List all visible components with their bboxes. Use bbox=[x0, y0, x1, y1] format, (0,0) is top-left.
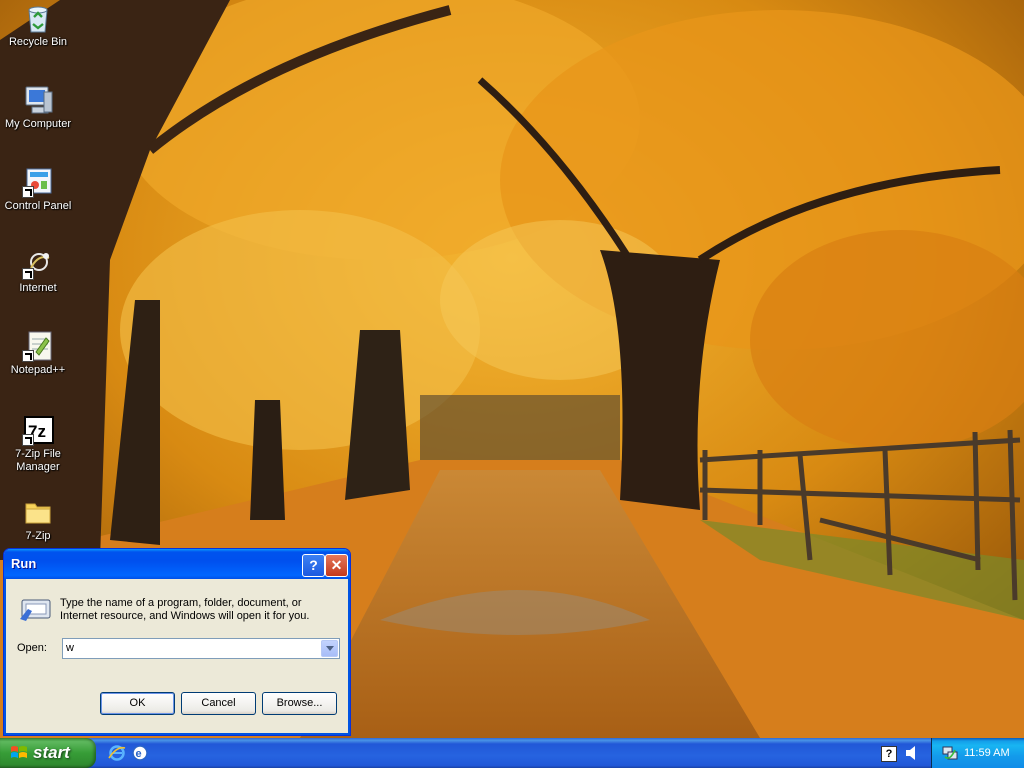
notepad-plus-plus-icon bbox=[22, 330, 54, 362]
help-button[interactable]: ? bbox=[302, 554, 325, 577]
desktop-icon-label: Control Panel bbox=[4, 200, 72, 212]
chevron-down-icon[interactable] bbox=[321, 640, 338, 657]
open-label: Open: bbox=[17, 642, 47, 654]
ie-alt-icon[interactable]: e bbox=[131, 744, 149, 762]
start-button[interactable]: start bbox=[0, 738, 96, 768]
windows-flag-icon bbox=[10, 745, 28, 761]
cancel-button[interactable]: Cancel bbox=[181, 692, 256, 715]
start-label: start bbox=[33, 743, 70, 762]
desktop-icon-internet[interactable]: Internet bbox=[0, 248, 76, 295]
shortcut-arrow-icon bbox=[22, 350, 34, 362]
folder-icon bbox=[22, 496, 54, 528]
desktop-icon-label: 7-Zip bbox=[25, 530, 51, 542]
recycle-bin-icon bbox=[22, 2, 54, 34]
ok-button[interactable]: OK bbox=[100, 692, 175, 715]
dialog-description: Type the name of a program, folder, docu… bbox=[60, 597, 310, 622]
browse-button[interactable]: Browse... bbox=[262, 692, 337, 715]
control-panel-icon bbox=[22, 166, 54, 198]
network-icon[interactable] bbox=[942, 745, 958, 761]
svg-text:e: e bbox=[136, 748, 142, 760]
desktop-icon-my-computer[interactable]: My Computer bbox=[0, 84, 76, 131]
taskbar: start e ? 11:59 AM bbox=[0, 738, 1024, 768]
shortcut-arrow-icon bbox=[22, 186, 34, 198]
desktop-icon-7zip-file-manager[interactable]: 7z 7-Zip File Manager bbox=[0, 414, 76, 474]
run-icon bbox=[18, 597, 52, 623]
run-dialog-titlebar[interactable]: Run ? ✕ bbox=[4, 549, 350, 579]
desktop-icon-notepad-plus-plus[interactable]: Notepad++ bbox=[0, 330, 76, 377]
desktop-icon-label: My Computer bbox=[4, 118, 72, 130]
shortcut-arrow-icon bbox=[22, 268, 34, 280]
desktop-icon-control-panel[interactable]: Control Panel bbox=[0, 166, 76, 213]
internet-icon bbox=[22, 248, 54, 280]
speaker-icon[interactable] bbox=[904, 745, 918, 761]
internet-explorer-icon[interactable] bbox=[108, 744, 126, 762]
open-input[interactable] bbox=[66, 641, 316, 655]
desktop-icon-7zip-folder[interactable]: 7-Zip bbox=[0, 496, 76, 543]
open-combobox[interactable] bbox=[62, 638, 340, 659]
seven-zip-icon: 7z bbox=[22, 414, 54, 446]
run-dialog: Run ? ✕ Type the name of a program, fold… bbox=[3, 548, 351, 736]
desktop-icon-recycle-bin[interactable]: Recycle Bin bbox=[0, 2, 76, 49]
desktop-icon-label: Internet bbox=[19, 282, 57, 294]
clock[interactable]: 11:59 AM bbox=[964, 747, 1010, 759]
shortcut-arrow-icon bbox=[22, 434, 34, 446]
desktop-icon-label: Notepad++ bbox=[10, 364, 66, 376]
desktop-icon-label: Recycle Bin bbox=[8, 36, 68, 48]
dialog-title: Run bbox=[11, 556, 37, 571]
help-tray-icon[interactable]: ? bbox=[881, 746, 897, 762]
system-tray: 11:59 AM bbox=[931, 738, 1024, 768]
desktop-icon-label: 7-Zip File Manager bbox=[15, 448, 61, 473]
my-computer-icon bbox=[22, 84, 54, 116]
close-button[interactable]: ✕ bbox=[325, 554, 348, 577]
